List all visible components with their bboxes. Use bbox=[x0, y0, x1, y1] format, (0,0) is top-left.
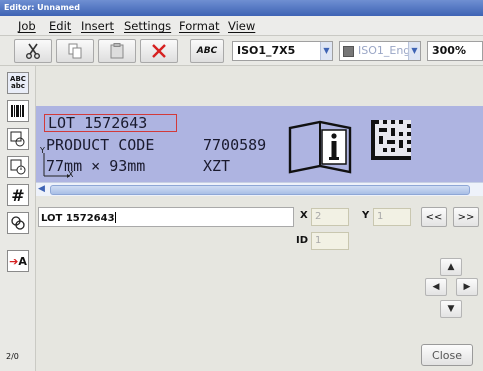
y-position-field[interactable]: 1 bbox=[373, 208, 411, 226]
datamatrix-code-icon[interactable] bbox=[371, 120, 411, 160]
next-field-button[interactable]: >> bbox=[453, 207, 479, 227]
scroll-left-icon[interactable]: ◀ bbox=[38, 184, 45, 194]
window-title: Editor: Unnamed bbox=[0, 0, 483, 16]
move-right-button[interactable]: ▶ bbox=[456, 278, 478, 296]
canvas-line-lot[interactable]: LOT 1572643 bbox=[48, 114, 147, 132]
chevron-down-icon: ▼ bbox=[320, 42, 332, 60]
zoom-select-value: 300% bbox=[432, 44, 466, 57]
zoom-select[interactable]: 300% bbox=[427, 41, 483, 61]
graphic-tool-button[interactable] bbox=[7, 128, 29, 150]
y-label: Y bbox=[362, 210, 370, 221]
move-up-button[interactable]: ▲ bbox=[440, 258, 462, 276]
date-tool-button[interactable] bbox=[7, 156, 29, 178]
text-caret bbox=[114, 212, 116, 223]
text-tool-button[interactable]: ABC abc bbox=[7, 72, 29, 94]
id-label: ID bbox=[296, 235, 309, 246]
canvas-dimension-code[interactable]: XZT bbox=[203, 157, 230, 175]
date-clock-icon bbox=[10, 159, 26, 175]
link-tool-button[interactable] bbox=[7, 212, 29, 234]
barcode-tool-button[interactable] bbox=[7, 100, 29, 122]
horizontal-scrollbar[interactable]: ◀ bbox=[36, 182, 483, 196]
arrow-left-icon: ◀ bbox=[432, 282, 440, 292]
canvas-product-code-value[interactable]: 7700589 bbox=[203, 136, 266, 154]
menu-insert[interactable]: Insert bbox=[81, 19, 114, 33]
previous-field-button[interactable]: << bbox=[421, 207, 447, 227]
move-left-button[interactable]: ◀ bbox=[425, 278, 447, 296]
copy-button[interactable] bbox=[56, 39, 94, 63]
text-field[interactable]: LOT 1572643 bbox=[38, 207, 294, 227]
menu-format[interactable]: Format bbox=[179, 19, 220, 33]
language-select[interactable]: ISO1_Engli ▼ bbox=[339, 41, 421, 61]
copy-icon bbox=[68, 43, 82, 59]
grid-icon bbox=[343, 46, 354, 57]
toolbar: ABC ISO1_7X5 ▼ ISO1_Engli ▼ 300% bbox=[0, 36, 483, 66]
close-button[interactable]: Close bbox=[421, 344, 473, 366]
graphic-shape-icon bbox=[10, 131, 25, 147]
link-chain-icon bbox=[11, 216, 25, 230]
delete-button[interactable] bbox=[140, 39, 178, 63]
counter-icon: # bbox=[11, 185, 25, 205]
chevron-down-icon: ▼ bbox=[408, 42, 420, 60]
tool-sidebar: ABC abc # ➔A bbox=[0, 66, 36, 371]
scissors-icon bbox=[26, 43, 40, 59]
scrollbar-thumb[interactable] bbox=[50, 185, 470, 195]
counter-tool-button[interactable]: # bbox=[7, 184, 29, 206]
menu-job[interactable]: Job bbox=[18, 19, 36, 33]
font-select[interactable]: ISO1_7X5 ▼ bbox=[232, 41, 333, 61]
arrow-right-a-icon: ➔A bbox=[9, 254, 27, 268]
barcode-icon bbox=[11, 105, 24, 117]
x-label: X bbox=[300, 210, 308, 221]
paste-button[interactable] bbox=[98, 39, 136, 63]
insert-field-button[interactable]: ➔A bbox=[7, 250, 29, 272]
move-down-button[interactable]: ▼ bbox=[440, 300, 462, 318]
delete-x-icon bbox=[152, 44, 166, 58]
cut-button[interactable] bbox=[14, 39, 52, 63]
arrow-down-icon: ▼ bbox=[447, 304, 455, 314]
menu-view[interactable]: View bbox=[228, 19, 255, 33]
menu-edit[interactable]: Edit bbox=[49, 19, 71, 33]
clipboard-icon bbox=[110, 43, 124, 59]
status-page-count: 2/0 bbox=[6, 352, 19, 361]
x-position-field[interactable]: 2 bbox=[311, 208, 349, 226]
id-field[interactable]: 1 bbox=[311, 232, 349, 250]
spellcheck-label: ABC bbox=[196, 46, 218, 56]
arrow-right-icon: ▶ bbox=[463, 282, 471, 292]
spellcheck-button[interactable]: ABC bbox=[190, 39, 224, 63]
font-select-value: ISO1_7X5 bbox=[237, 44, 296, 57]
info-manual-icon[interactable] bbox=[286, 116, 354, 176]
arrow-up-icon: ▲ bbox=[447, 262, 455, 272]
spellcheck-icon: ABC bbox=[197, 46, 217, 56]
text-tool-label-bottom: abc bbox=[11, 82, 25, 90]
label-canvas[interactable]: LOT 1572643 PRODUCT CODE 7700589 77mm × … bbox=[36, 106, 483, 182]
menu-settings[interactable]: Settings bbox=[124, 19, 171, 33]
menu-bar: Job Edit Insert Settings Format View bbox=[0, 16, 483, 36]
text-field-value: LOT 1572643 bbox=[41, 213, 115, 224]
axis-origin-icon bbox=[43, 153, 70, 178]
